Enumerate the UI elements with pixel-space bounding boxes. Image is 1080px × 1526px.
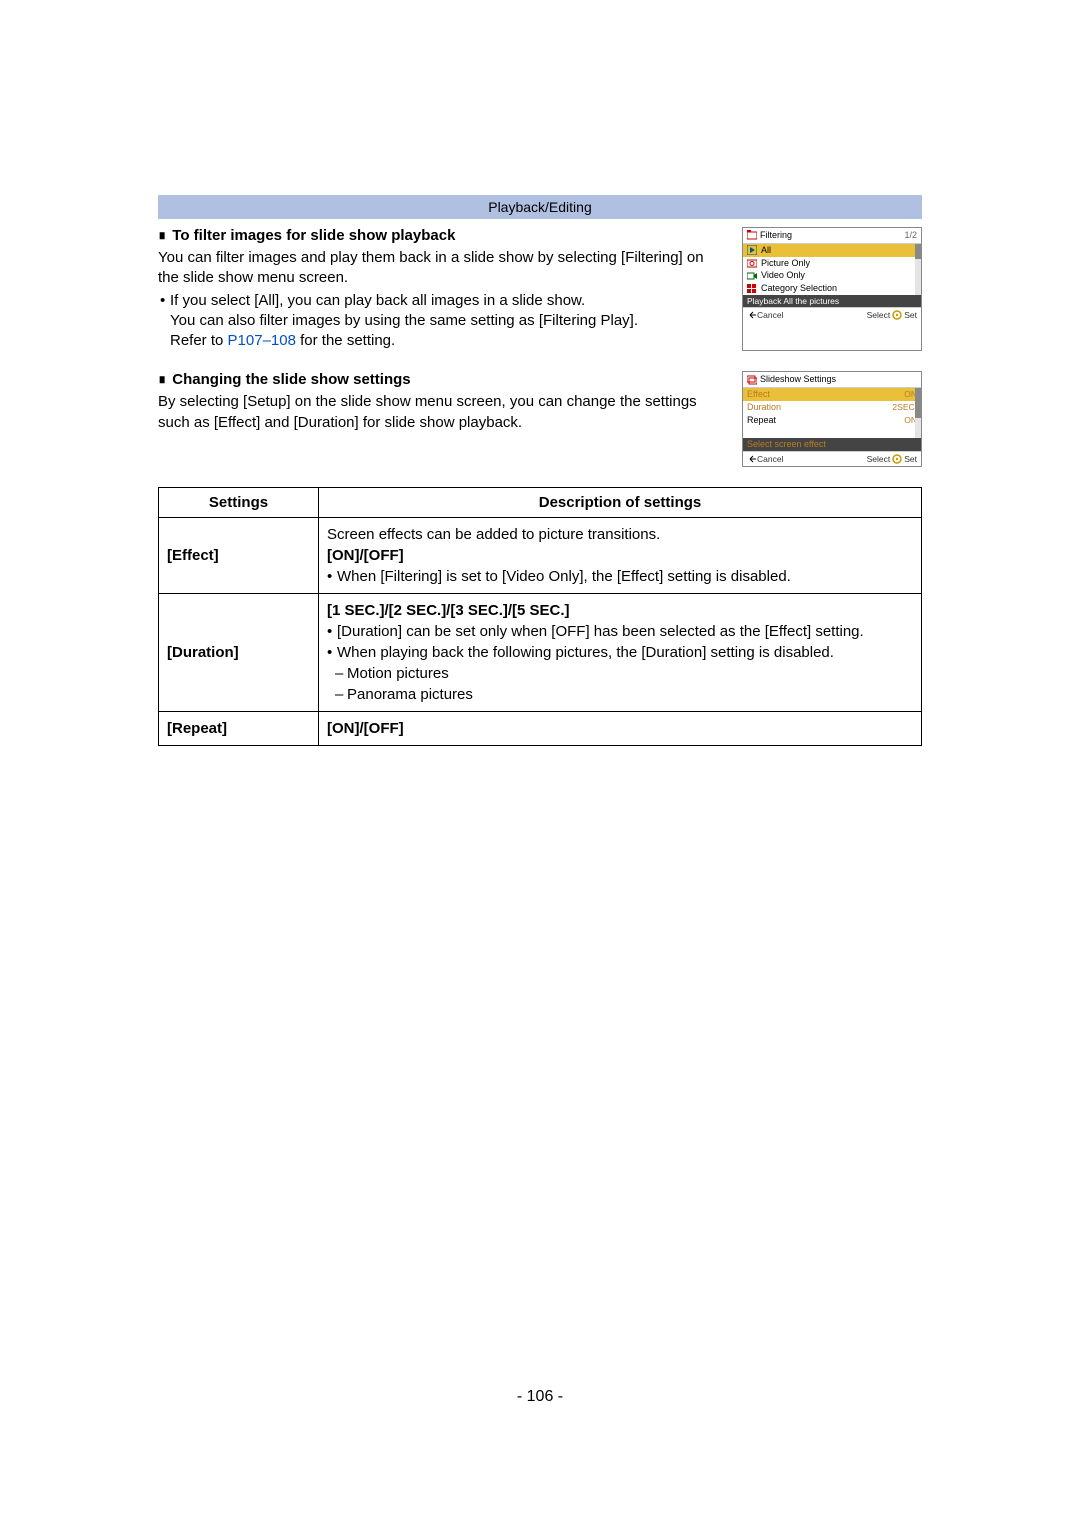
spacer: [743, 426, 921, 438]
screen-title: Filtering: [760, 230, 792, 241]
desc-subitem: Panorama pictures: [327, 684, 913, 705]
col-description: Description of settings: [319, 488, 922, 518]
heading-settings: Changing the slide show settings: [158, 371, 728, 388]
setting-name: [Duration]: [159, 594, 319, 712]
heading-filter: To filter images for slide show playback: [158, 227, 728, 244]
footer-select: Select: [867, 454, 891, 464]
table-row: [Duration] [1 SEC.]/[2 SEC.]/[3 SEC.]/[5…: [159, 594, 922, 712]
manual-page: Playback/Editing To filter images for sl…: [0, 0, 1080, 746]
item-label: Category Selection: [761, 283, 837, 294]
text: for the setting.: [296, 332, 395, 349]
item-label: All: [761, 245, 771, 256]
desc-note: [Duration] can be set only when [OFF] ha…: [327, 621, 913, 642]
item-label: Picture Only: [761, 258, 810, 269]
item-label: Repeat: [747, 415, 776, 426]
section-header: Playback/Editing: [158, 195, 922, 219]
footer-cancel[interactable]: Cancel: [757, 310, 783, 320]
setting-desc: Screen effects can be added to picture t…: [319, 518, 922, 594]
list-item[interactable]: Duration 2SEC.: [743, 401, 921, 414]
desc-note: When playing back the following pictures…: [327, 642, 913, 663]
back-icon: [747, 454, 757, 464]
footer-cancel[interactable]: Cancel: [757, 454, 783, 464]
screen-list: Effect ON Duration 2SEC. Repeat ON: [743, 388, 921, 438]
bullet-filter-play: You can also filter images by using the …: [160, 311, 728, 331]
screen-filtering: Filtering 1/2 All Picture Only: [742, 227, 922, 351]
footer-set: Set: [904, 454, 917, 464]
item-value: 2SEC.: [892, 402, 917, 412]
list-item[interactable]: All: [743, 244, 921, 257]
settings-table: Settings Description of settings [Effect…: [158, 487, 922, 746]
info-bar: Select screen effect: [743, 438, 921, 451]
screen-slideshow-settings: Slideshow Settings Effect ON Duration 2S…: [742, 371, 922, 467]
list-item[interactable]: Effect ON: [743, 388, 921, 401]
setting-name: [Effect]: [159, 518, 319, 594]
desc-options: [ON]/[OFF]: [327, 545, 913, 566]
play-icon: [747, 245, 757, 255]
screen-title-row: Slideshow Settings: [743, 372, 921, 388]
folder-icon: [747, 230, 757, 240]
list-item[interactable]: Picture Only: [743, 257, 921, 270]
scrollbar-thumb[interactable]: [915, 388, 921, 418]
item-label: Effect: [747, 389, 770, 400]
item-label: Video Only: [761, 270, 805, 281]
para-settings: By selecting [Setup] on the slide show m…: [158, 392, 728, 433]
section-change-settings: Changing the slide show settings By sele…: [158, 371, 922, 467]
page-number: - 106 -: [0, 1388, 1080, 1406]
table-row: [Effect] Screen effects can be added to …: [159, 518, 922, 594]
item-label: Duration: [747, 402, 781, 413]
screen-title: Slideshow Settings: [760, 374, 836, 385]
screen-footer: Cancel Select Set: [743, 451, 921, 466]
bullet-all: If you select [All], you can play back a…: [160, 291, 728, 311]
link-p107[interactable]: P107: [228, 332, 263, 349]
scrollbar-thumb[interactable]: [915, 244, 921, 259]
list-item[interactable]: Video Only: [743, 269, 921, 282]
bullet-refer: Refer to P107–108 for the setting.: [160, 331, 728, 351]
setting-name: [Repeat]: [159, 712, 319, 746]
camera-icon: [747, 258, 757, 268]
table-row: [Repeat] [ON]/[OFF]: [159, 712, 922, 746]
dial-icon: [892, 454, 902, 464]
scrollbar[interactable]: [915, 244, 921, 295]
dial-icon: [892, 310, 902, 320]
scrollbar[interactable]: [915, 388, 921, 438]
col-settings: Settings: [159, 488, 319, 518]
list-item[interactable]: Category Selection: [743, 282, 921, 295]
desc-note: When [Filtering] is set to [Video Only],…: [327, 566, 913, 587]
desc-line: Screen effects can be added to picture t…: [327, 524, 913, 545]
table-header-row: Settings Description of settings: [159, 488, 922, 518]
desc-options: [1 SEC.]/[2 SEC.]/[3 SEC.]/[5 SEC.]: [327, 600, 913, 621]
setting-desc: [ON]/[OFF]: [319, 712, 922, 746]
category-icon: [747, 284, 757, 294]
screen-list: All Picture Only Video Only: [743, 244, 921, 295]
para-filter: You can filter images and play them back…: [158, 248, 728, 289]
slideshow-icon: [747, 375, 757, 385]
screen-footer: Cancel Select Set: [743, 307, 921, 322]
desc-options: [ON]/[OFF]: [327, 720, 404, 737]
video-icon: [747, 271, 757, 281]
desc-subitem: Motion pictures: [327, 663, 913, 684]
back-icon: [747, 310, 757, 320]
text: Refer to: [170, 332, 228, 349]
section-filter-images: To filter images for slide show playback…: [158, 227, 922, 351]
link-sep: –: [263, 332, 271, 349]
link-108[interactable]: 108: [271, 332, 296, 349]
footer-select: Select: [867, 310, 891, 320]
info-bar: Playback All the pictures: [743, 295, 921, 307]
screen-title-row: Filtering 1/2: [743, 228, 921, 244]
footer-set: Set: [904, 310, 917, 320]
page-count: 1/2: [904, 230, 917, 241]
setting-desc: [1 SEC.]/[2 SEC.]/[3 SEC.]/[5 SEC.] [Dur…: [319, 594, 922, 712]
list-item[interactable]: Repeat ON: [743, 414, 921, 427]
